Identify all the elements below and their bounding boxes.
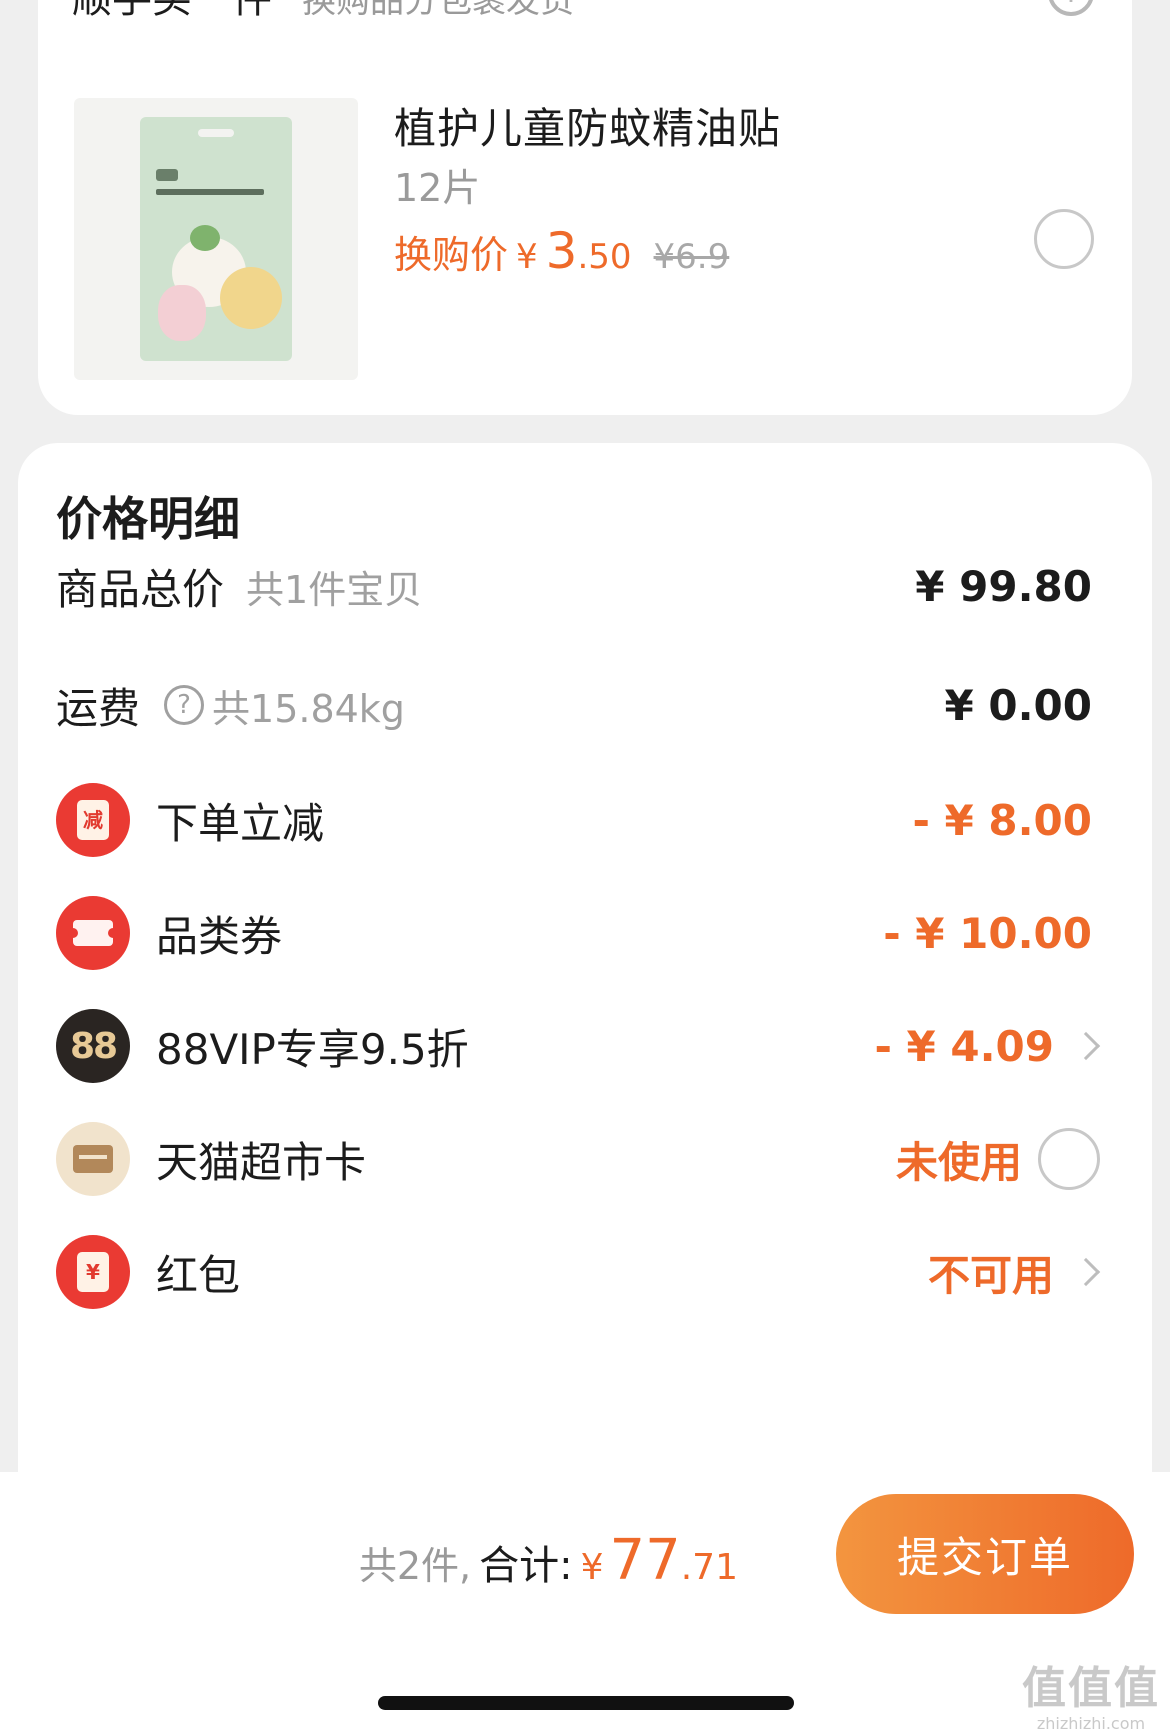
- discount-row-coupon: 品类券 - ¥ 10.00: [56, 893, 1130, 973]
- red-packet-icon: ¥: [56, 1235, 130, 1309]
- goods-total-row: 商品总价 共1件宝贝 ¥ 99.80: [56, 546, 1130, 626]
- discount-row-red-packet[interactable]: ¥ 红包 不可用: [56, 1232, 1130, 1312]
- shipping-weight: 共15.84kg: [212, 686, 405, 731]
- add-on-subtitle: 换购品分包裹发货: [302, 0, 574, 21]
- shipping-value: ¥ 0.00: [944, 680, 1092, 730]
- tmall-card-radio[interactable]: [1038, 1128, 1100, 1190]
- chevron-right-icon[interactable]: [1071, 1257, 1101, 1287]
- discount-value: 未使用: [895, 1137, 1022, 1187]
- watermark-logo: 值值值 zhizhizhi.com: [1022, 1663, 1160, 1733]
- discount-row-tmall-card: 天猫超市卡 未使用: [56, 1119, 1130, 1199]
- discount-row-instant: 减 下单立减 - ¥ 8.00: [56, 780, 1130, 860]
- price-integer: 3: [545, 222, 578, 280]
- price-currency: ¥: [516, 237, 538, 277]
- product-name[interactable]: 植护儿童防蚊精油贴: [394, 95, 781, 156]
- shipping-label: 运费: [56, 683, 141, 733]
- total-decimal: .71: [680, 1547, 738, 1588]
- tmall-card-icon: [56, 1122, 130, 1196]
- total-label: 合计:: [479, 1543, 573, 1589]
- goods-total-count: 共1件宝贝: [246, 567, 423, 612]
- shipping-row: 运费 ? 共15.84kg ¥ 0.00: [56, 665, 1130, 745]
- info-circle-icon[interactable]: !: [1048, 0, 1094, 16]
- add-on-select-radio[interactable]: [1034, 209, 1094, 269]
- discount-value: - ¥ 10.00: [883, 908, 1092, 958]
- product-package-graphic: [140, 117, 292, 361]
- total-integer: 77: [609, 1528, 681, 1593]
- question-circle-icon[interactable]: ?: [164, 685, 205, 725]
- item-count: 共2件,: [358, 1544, 472, 1588]
- discount-value: 不可用: [927, 1250, 1054, 1300]
- total-currency: ¥: [580, 1547, 604, 1588]
- checkout-bar: 共2件, 合计: ¥ 77 .71 提交订单 值值值 zhizhizhi.com: [0, 1472, 1170, 1736]
- product-image[interactable]: [74, 98, 358, 380]
- discount-label: 品类券: [156, 911, 283, 961]
- product-price: 换购价 ¥ 3 .50 ¥6.9: [394, 222, 729, 280]
- submit-order-button[interactable]: 提交订单: [836, 1494, 1134, 1614]
- instant-discount-icon: 减: [56, 783, 130, 857]
- chevron-right-icon[interactable]: [1071, 1031, 1101, 1061]
- order-total: 共2件, 合计: ¥ 77 .71: [359, 1528, 738, 1593]
- discount-label: 红包: [156, 1250, 241, 1300]
- category-coupon-icon: [56, 896, 130, 970]
- price-detail-title: 价格明细: [56, 492, 240, 546]
- discount-label: 88VIP专享9.5折: [156, 1024, 469, 1074]
- goods-total-value: ¥ 99.80: [915, 561, 1092, 611]
- goods-total-label: 商品总价: [56, 564, 225, 614]
- original-price: ¥6.9: [653, 237, 730, 277]
- add-on-header: 顺手买一件 换购品分包裹发货: [72, 0, 574, 26]
- price-detail-card: 价格明细 商品总价 共1件宝贝 ¥ 99.80 运费 ? 共15.84kg ¥ …: [18, 443, 1152, 1543]
- 88vip-icon: 88: [56, 1009, 130, 1083]
- discount-label: 天猫超市卡: [156, 1137, 367, 1187]
- home-indicator[interactable]: [378, 1696, 794, 1710]
- add-on-title: 顺手买一件: [72, 0, 272, 24]
- discount-value: - ¥ 4.09: [874, 1021, 1054, 1071]
- price-label: 换购价: [394, 233, 509, 277]
- add-on-product-card: 顺手买一件 换购品分包裹发货 ! 植护儿童防蚊精油贴 12片 换购价 ¥ 3 .…: [38, 0, 1132, 415]
- discount-value: - ¥ 8.00: [912, 795, 1092, 845]
- product-spec: 12片: [394, 166, 481, 210]
- discount-label: 下单立减: [156, 798, 325, 848]
- discount-row-88vip[interactable]: 88 88VIP专享9.5折 - ¥ 4.09: [56, 1006, 1130, 1086]
- price-decimal: .50: [577, 237, 632, 277]
